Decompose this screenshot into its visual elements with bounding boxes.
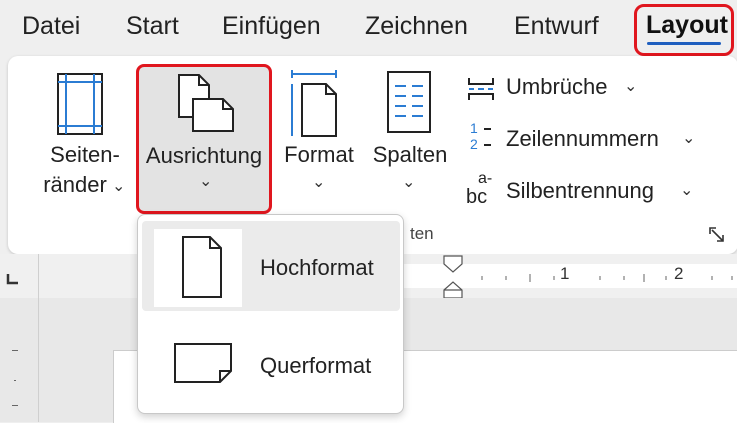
ruler-ticks xyxy=(481,274,733,282)
tab-zeichnen[interactable]: Zeichnen xyxy=(365,8,468,44)
portrait-option[interactable]: Hochformat xyxy=(142,221,400,311)
portrait-icon-box xyxy=(154,229,242,307)
landscape-label: Querformat xyxy=(260,353,372,378)
breaks-label: Umbrüche xyxy=(506,74,608,99)
hyphenation-icon-2: bc xyxy=(466,186,488,208)
line-numbers-icon-dash xyxy=(484,144,491,146)
tab-datei[interactable]: Datei xyxy=(22,8,80,44)
landscape-option[interactable]: Querformat xyxy=(142,319,400,409)
line-numbers-icon: 1 xyxy=(470,120,478,136)
page-break-icon xyxy=(468,78,494,100)
ruler-divider xyxy=(38,254,39,298)
margins-label-line2: ränder xyxy=(43,172,107,197)
columns-label: Spalten xyxy=(372,142,448,167)
format-label: Format xyxy=(284,142,354,167)
line-numbers-button[interactable]: 1 2 Zeilennummern ⌄ xyxy=(464,120,704,156)
chevron-down-icon: ⌄ xyxy=(199,173,213,190)
orientation-label: Ausrichtung xyxy=(145,143,263,168)
vertical-ruler-tick xyxy=(12,350,18,351)
line-numbers-icon-dash xyxy=(484,128,491,130)
orientation-button[interactable]: Ausrichtung ⌄ xyxy=(136,64,272,214)
breaks-button[interactable]: Umbrüche ⌄ xyxy=(464,72,644,106)
orientation-icon xyxy=(178,74,234,132)
active-tab-underline xyxy=(647,42,721,45)
tab-layout[interactable]: Layout xyxy=(634,4,734,56)
chevron-down-icon: ⌄ xyxy=(624,78,638,95)
columns-button[interactable]: Spalten ⌄ xyxy=(366,64,454,214)
tab-entwurf[interactable]: Entwurf xyxy=(514,8,599,44)
ruler-number: 2 xyxy=(674,264,684,283)
chevron-down-icon: ⌄ xyxy=(402,174,416,191)
margins-icon xyxy=(57,73,103,135)
landscape-icon xyxy=(174,343,232,383)
indent-marker-icon[interactable] xyxy=(441,254,465,300)
chevron-down-icon: ⌄ xyxy=(680,182,694,199)
tab-layout-label: Layout xyxy=(646,11,728,39)
portrait-label: Hochformat xyxy=(260,255,374,280)
orientation-dropdown: Hochformat Querformat xyxy=(137,214,404,414)
vertical-ruler-divider xyxy=(38,298,39,422)
line-numbers-icon-2: 2 xyxy=(470,136,478,152)
portrait-icon xyxy=(182,236,222,298)
group-label: ten xyxy=(410,224,434,243)
vertical-ruler-tick xyxy=(12,405,18,406)
tab-start[interactable]: Start xyxy=(126,8,179,44)
tab-stop-icon[interactable] xyxy=(6,272,20,286)
vertical-ruler-tick xyxy=(14,380,16,381)
chevron-down-icon: ⌄ xyxy=(112,178,126,195)
chevron-down-icon: ⌄ xyxy=(312,174,326,191)
tab-einfuegen[interactable]: Einfügen xyxy=(222,8,321,44)
page-size-icon xyxy=(291,70,337,137)
dialog-launcher-icon[interactable] xyxy=(708,226,726,244)
hyphenation-label: Silbentrennung xyxy=(506,178,655,203)
margins-button[interactable]: Seiten- ränder ⌄ xyxy=(30,64,134,214)
ruler-number: 1 xyxy=(560,264,570,283)
columns-icon xyxy=(387,71,431,133)
margins-label-line1: Seiten- xyxy=(50,142,120,167)
format-button[interactable]: Format ⌄ xyxy=(278,64,360,214)
chevron-down-icon: ⌄ xyxy=(682,130,696,147)
line-numbers-label: Zeilennummern xyxy=(506,126,659,151)
hyphenation-button[interactable]: a- bc Silbentrennung ⌄ xyxy=(464,170,704,210)
